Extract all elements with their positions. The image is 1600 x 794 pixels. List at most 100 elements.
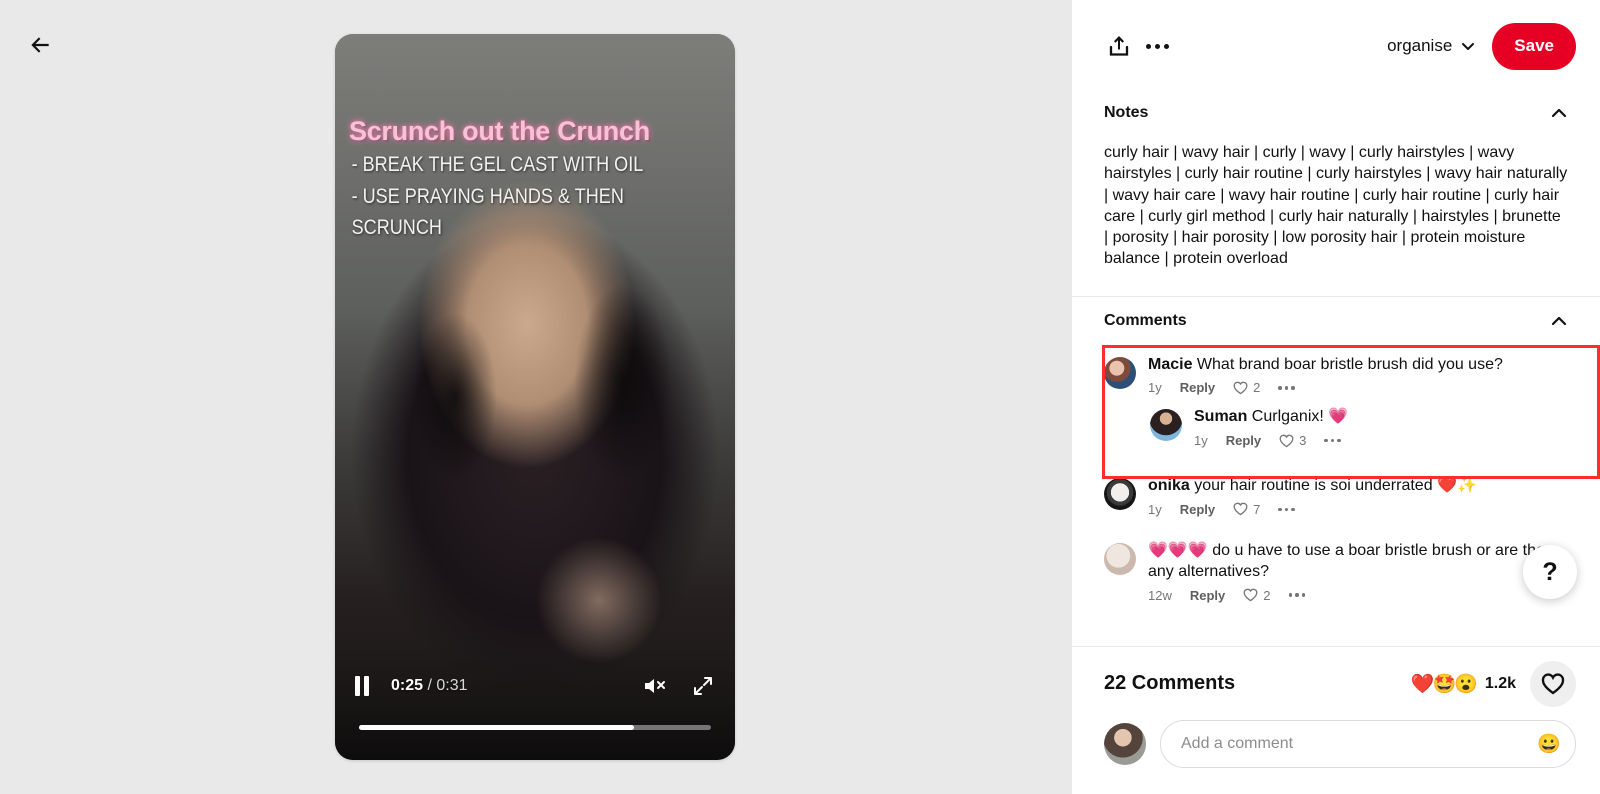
video-player[interactable]: Scrunch out the Crunch - BREAK THE GEL C… (335, 34, 735, 760)
save-button[interactable]: Save (1492, 22, 1576, 70)
comment-meta: 1y Reply 2 (1148, 380, 1568, 395)
video-caption-overlay: Scrunch out the Crunch - BREAK THE GEL C… (335, 116, 735, 242)
comment-text-row: onika your hair routine is soi underrate… (1148, 476, 1568, 497)
time-separator: / (423, 677, 437, 694)
chevron-up-icon[interactable] (1550, 312, 1568, 330)
detail-pane: organise Save Notes curly hair | wavy ha… (1072, 0, 1600, 794)
comment-more-icon[interactable] (1324, 438, 1341, 443)
comment-meta: 1y Reply 3 (1194, 433, 1568, 448)
comment-meta: 12w Reply 2 (1148, 588, 1568, 603)
comment-timestamp: 1y (1194, 433, 1208, 449)
avatar[interactable] (1150, 409, 1182, 442)
comment-body: Macie What brand boar bristle brush did … (1148, 355, 1568, 396)
comment-input[interactable] (1161, 735, 1575, 753)
comment-text-row: 💗💗💗 do u have to use a boar bristle brus… (1148, 541, 1568, 583)
volume-muted-icon[interactable] (643, 675, 669, 697)
comment-reply-button[interactable]: Reply (1190, 588, 1225, 603)
comment-reply-button[interactable]: Reply (1226, 433, 1261, 448)
comment-reply-button[interactable]: Reply (1180, 502, 1215, 517)
comment-meta: 1y Reply 7 (1148, 502, 1568, 517)
player-control-row: 0:25 / 0:31 (355, 674, 715, 698)
total-time: 0:31 (436, 677, 468, 694)
player-controls: 0:25 / 0:31 (335, 650, 735, 760)
comment-item[interactable]: Macie What brand boar bristle brush did … (1072, 345, 1600, 402)
comment-reply-button[interactable]: Reply (1180, 380, 1215, 395)
notes-section-header[interactable]: Notes (1072, 92, 1600, 134)
comments-section-header[interactable]: Comments (1072, 297, 1600, 345)
avatar[interactable] (1104, 723, 1146, 765)
comment-composer-row: 😀 (1072, 720, 1600, 794)
avatar[interactable] (1104, 478, 1136, 511)
comment-body: Suman Curlganix! 💗 1y Reply 3 (1194, 407, 1568, 448)
reaction-count: 1.2k (1484, 674, 1516, 692)
comment-more-icon[interactable] (1288, 593, 1305, 597)
comment-text-row: Macie What brand boar bristle brush did … (1148, 355, 1568, 376)
heart-outline-icon (1233, 503, 1248, 516)
media-pane: Scrunch out the Crunch - BREAK THE GEL C… (0, 0, 1072, 794)
comments-list: Macie What brand boar bristle brush did … (1072, 344, 1600, 609)
comment-like-button[interactable]: 3 (1279, 433, 1306, 448)
overlay-line-3: SCRUNCH (351, 216, 442, 240)
comment-count: 22 Comments (1104, 672, 1236, 694)
comment-reply-item[interactable]: Suman Curlganix! 💗 1y Reply 3 (1072, 401, 1600, 454)
comment-username[interactable]: Suman (1194, 408, 1247, 425)
current-time: 0:25 (391, 677, 424, 694)
comment-more-icon[interactable] (1278, 507, 1295, 512)
fullscreen-icon[interactable] (691, 674, 715, 698)
comment-text: your hair routine is soi underrated ❤️✨ (1194, 477, 1477, 495)
help-button[interactable]: ? (1523, 545, 1577, 599)
comment-count-row: 22 Comments ❤️🤩😮 1.2k (1072, 646, 1600, 720)
comment-username[interactable]: Macie (1148, 356, 1192, 373)
avatar[interactable] (1104, 356, 1136, 389)
player-right-controls (643, 674, 715, 698)
chevron-up-icon[interactable] (1550, 104, 1568, 122)
comment-timestamp: 1y (1148, 501, 1162, 517)
comment-item[interactable]: 💗💗💗 do u have to use a boar bristle brus… (1072, 523, 1600, 609)
heart-outline-icon (1279, 434, 1294, 448)
comment-text: do u have to use a boar bristle brush or… (1148, 541, 1560, 580)
overlay-line-1: - BREAK THE GEL CAST WITH OIL (351, 153, 644, 176)
comment-text-row: Suman Curlganix! 💗 (1194, 407, 1568, 428)
comment-username[interactable]: 💗💗💗 (1148, 542, 1208, 559)
video-progress-bar[interactable] (359, 725, 711, 730)
pause-icon[interactable] (355, 676, 369, 696)
comment-timestamp: 12w (1148, 587, 1172, 603)
comment-text: What brand boar bristle brush did you us… (1196, 355, 1503, 373)
comment-like-button[interactable]: 2 (1233, 380, 1260, 395)
comment-more-icon[interactable] (1278, 386, 1295, 390)
comment-text: Curlganix! 💗 (1251, 408, 1349, 426)
comments-title: Comments (1104, 311, 1187, 329)
emoji-picker-button[interactable]: 😀 (1537, 735, 1561, 754)
board-select-label: organise (1387, 36, 1453, 55)
comment-like-count: 7 (1253, 501, 1261, 517)
comment-body: 💗💗💗 do u have to use a boar bristle brus… (1148, 541, 1568, 603)
comment-input-wrapper[interactable]: 😀 (1160, 720, 1576, 768)
comment-like-button[interactable]: 7 (1233, 502, 1260, 517)
reaction-emojis: ❤️🤩😮 (1410, 673, 1478, 695)
heart-outline-icon (1541, 672, 1565, 694)
comment-like-count: 2 (1263, 587, 1271, 603)
comments-footer: 22 Comments ❤️🤩😮 1.2k 😀 (1072, 646, 1600, 794)
heart-outline-icon (1243, 588, 1258, 602)
chevron-down-icon (1462, 43, 1475, 50)
share-upload-icon (1109, 36, 1129, 56)
comment-like-count: 2 (1253, 380, 1261, 396)
comment-item[interactable]: onika your hair routine is soi underrate… (1072, 454, 1600, 523)
video-progress-fill (359, 725, 634, 730)
comment-username[interactable]: onika (1148, 477, 1190, 494)
react-heart-button[interactable] (1530, 660, 1576, 707)
share-button[interactable] (1100, 27, 1138, 65)
avatar[interactable] (1104, 542, 1136, 575)
overlay-line-2: - USE PRAYING HANDS & THEN (351, 184, 624, 208)
back-button[interactable] (22, 27, 58, 63)
pin-detail-page: Scrunch out the Crunch - BREAK THE GEL C… (0, 0, 1600, 794)
time-display: 0:25 / 0:31 (391, 677, 468, 695)
pin-actions-toolbar: organise Save (1072, 0, 1600, 92)
board-select-dropdown[interactable]: organise (1387, 36, 1476, 56)
comment-like-button[interactable]: 2 (1243, 587, 1271, 603)
reactions-group[interactable]: ❤️🤩😮 1.2k (1411, 672, 1516, 696)
heart-outline-icon (1233, 381, 1248, 395)
more-horizontal-icon (1145, 43, 1169, 49)
more-options-button[interactable] (1138, 27, 1176, 65)
notes-title: Notes (1104, 104, 1149, 121)
